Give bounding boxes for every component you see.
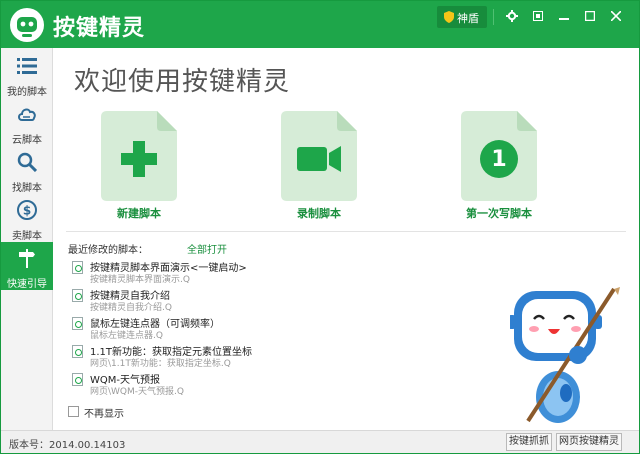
list-item[interactable]: 1.1T新功能：获取指定元素位置坐标 网页\1.1T新功能：获取指定坐标.Q — [72, 343, 372, 371]
first-script-card[interactable]: 1 第一次写脚本 — [461, 111, 537, 220]
signpost-icon — [19, 249, 35, 268]
script-path: 鼠标左键连点器.Q — [90, 331, 163, 341]
section-divider — [66, 231, 626, 232]
open-all-link[interactable]: 全部打开 — [187, 241, 227, 256]
sidebar-item-label: 快速引导 — [7, 279, 47, 290]
maximize-button[interactable] — [579, 5, 601, 27]
titlebar-divider — [493, 9, 494, 25]
sidebar-item-quick-guide[interactable]: 快速引导 — [1, 242, 53, 290]
skin-button[interactable] — [527, 5, 549, 27]
document-icon — [281, 111, 357, 201]
shield-badge-label: 神盾 — [457, 12, 479, 25]
search-icon — [17, 152, 37, 172]
dont-show-label: 不再显示 — [84, 409, 124, 420]
list-item[interactable]: 鼠标左键连点器（可调频率） 鼠标左键连点器.Q — [72, 315, 372, 343]
card-label: 新建脚本 — [117, 207, 161, 220]
script-path: 按键精灵自我介绍.Q — [90, 303, 172, 313]
sidebar-item-my-scripts[interactable]: 我的脚本 — [1, 50, 53, 98]
gear-icon — [506, 10, 518, 22]
version-label: 版本号：2014.00.14103 — [9, 440, 126, 451]
minimize-button[interactable] — [553, 5, 575, 27]
cloud-icon — [18, 108, 36, 121]
welcome-title: 欢迎使用按键精灵 — [74, 67, 291, 97]
script-file-icon — [72, 289, 83, 302]
title-bar[interactable]: 按键精灵 神盾 — [1, 1, 639, 48]
web-anjian-button[interactable]: 网页按键精灵 — [556, 433, 622, 451]
maximize-icon — [584, 10, 596, 22]
shield-icon — [444, 11, 454, 23]
robot-mascot-illustration — [510, 287, 620, 423]
sidebar-item-label: 卖脚本 — [12, 231, 42, 242]
svg-text:$: $ — [23, 204, 31, 218]
sidebar-item-label: 云脚本 — [12, 135, 42, 146]
app-title: 按键精灵 — [53, 16, 146, 41]
recent-scripts-header: 最近修改的脚本： — [68, 245, 148, 256]
script-path: 网页\1.1T新功能：获取指定坐标.Q — [90, 359, 231, 369]
list-item[interactable]: 按键精灵自我介绍 按键精灵自我介绍.Q — [72, 287, 372, 315]
gear-button[interactable] — [501, 5, 523, 27]
status-bar: 版本号：2014.00.14103 按键抓抓 网页按键精灵 — [1, 430, 639, 453]
close-button[interactable] — [605, 5, 627, 27]
sidebar-item-label: 找脚本 — [12, 183, 42, 194]
document-icon — [101, 111, 177, 201]
script-file-icon — [72, 373, 83, 386]
card-number: 1 — [491, 147, 507, 172]
sidebar-item-find-scripts[interactable]: 找脚本 — [1, 146, 53, 194]
sidebar: 我的脚本 云脚本 找脚本 $ 卖脚本 快速引导 — [1, 48, 53, 430]
dont-show-checkbox[interactable] — [68, 406, 79, 417]
close-icon — [610, 10, 622, 22]
list-item[interactable]: 按键精灵脚本界面演示<一键启动> 按键精灵脚本界面演示.Q — [72, 259, 372, 287]
list-item[interactable]: WQM-天气预报 网页\WQM-天气预报.Q — [72, 371, 372, 399]
minimize-icon — [559, 18, 569, 20]
dollar-icon: $ — [17, 200, 37, 220]
new-script-card[interactable]: 新建脚本 — [101, 111, 177, 220]
main-panel: 欢迎使用按键精灵 新建脚本 录制脚本 1 第一次写脚本 最近修改的脚本： 全部打… — [54, 48, 639, 430]
script-path: 网页\WQM-天气预报.Q — [90, 387, 184, 397]
script-path: 按键精灵脚本界面演示.Q — [90, 275, 190, 285]
card-label: 录制脚本 — [297, 207, 341, 220]
card-label: 第一次写脚本 — [466, 207, 532, 220]
script-file-icon — [72, 317, 83, 330]
recent-scripts-list: 按键精灵脚本界面演示<一键启动> 按键精灵脚本界面演示.Q 按键精灵自我介绍 按… — [72, 259, 372, 399]
main-window: 按键精灵 神盾 我的脚本 云脚本 找脚本 $ 卖脚本 快速引导 欢迎使用按键精灵… — [0, 0, 640, 454]
sidebar-item-sell-scripts[interactable]: $ 卖脚本 — [1, 194, 53, 242]
script-file-icon — [72, 345, 83, 358]
shield-badge[interactable]: 神盾 — [437, 6, 487, 28]
script-file-icon — [72, 261, 83, 274]
robot-logo-icon — [10, 8, 44, 42]
record-script-card[interactable]: 录制脚本 — [281, 111, 357, 220]
video-camera-icon — [297, 146, 341, 172]
list-icon — [17, 58, 37, 74]
sidebar-item-label: 我的脚本 — [7, 87, 47, 98]
capture-tool-button[interactable]: 按键抓抓 — [506, 433, 552, 451]
restore-icon — [533, 11, 543, 21]
sidebar-item-cloud-scripts[interactable]: 云脚本 — [1, 98, 53, 146]
